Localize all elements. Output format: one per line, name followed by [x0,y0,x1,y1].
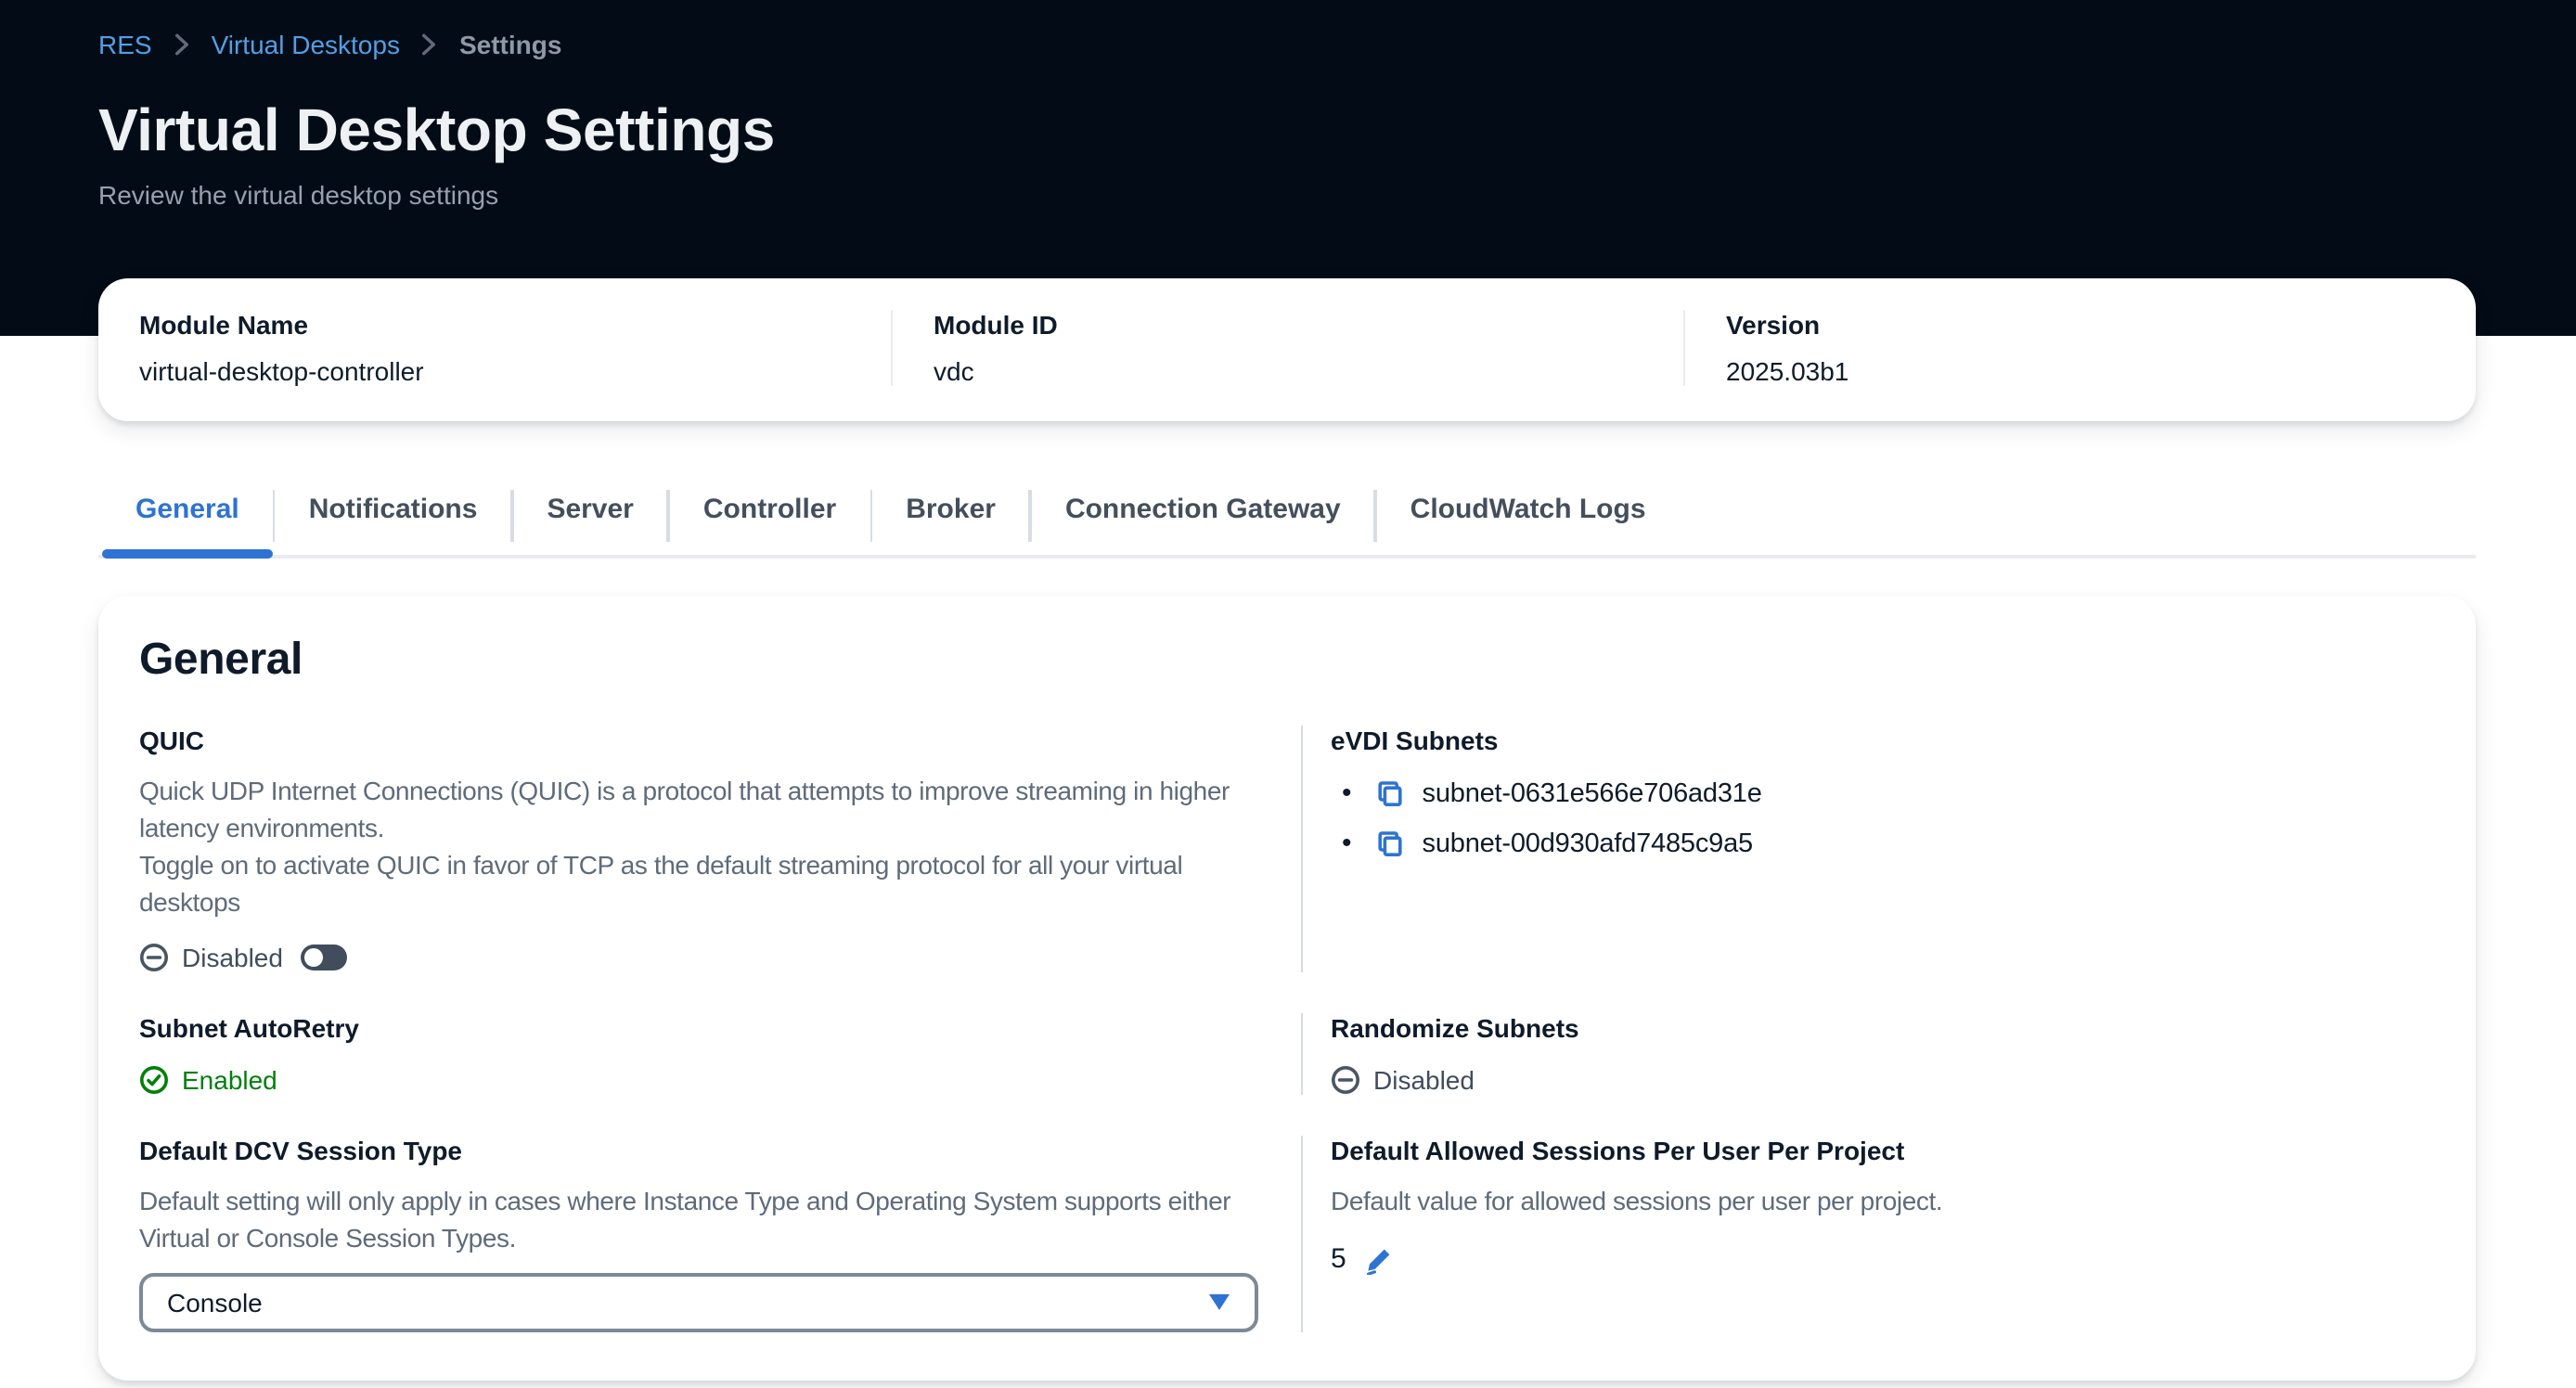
tab-notifications[interactable]: Notifications [276,490,511,559]
module-name-field: Module Name virtual-desktop-controller [98,310,891,386]
randomize-subnets-status-text: Disabled [1373,1065,1475,1095]
tab-broker[interactable]: Broker [872,490,1029,559]
breadcrumb: RES Virtual Desktops Settings [98,26,2476,63]
quic-status-row: Disabled [139,943,1256,972]
settings-row-session: Default DCV Session Type Default setting… [139,1136,2435,1332]
tab-notifications-label: Notifications [309,494,478,525]
subnet-autoretry-status-row: Enabled [139,1065,1256,1095]
allowed-sessions-description: Default value for allowed sessions per u… [1331,1182,2435,1219]
tab-general-label: General [135,494,239,525]
general-heading: General [139,633,2435,688]
subnet-autoretry-field: Subnet AutoRetry Enabled [139,1013,1301,1095]
allowed-sessions-value-row: 5 [1331,1243,2435,1275]
quic-toggle[interactable] [302,945,348,970]
subnet-autoretry-status-text: Enabled [182,1065,277,1095]
tab-server-label: Server [547,494,633,525]
tab-cloudwatch-logs[interactable]: CloudWatch Logs [1377,490,1680,559]
module-name-value: virtual-desktop-controller [139,356,891,386]
dcv-session-type-select[interactable]: Console [139,1273,1258,1332]
quic-field: QUIC Quick UDP Internet Connections (QUI… [139,726,1301,972]
bullet: • [1342,778,1352,809]
subnet-id: subnet-00d930afd7485c9a5 [1423,829,1753,858]
dcv-session-type-label: Default DCV Session Type [139,1136,1256,1165]
page: RES Virtual Desktops Settings Virtual De… [0,0,2576,1388]
evdi-subnet-list: • subnet-0631e566e706ad31e • subnet-00d9… [1331,778,2435,859]
randomize-subnets-status-row: Disabled [1331,1065,2435,1095]
copy-icon[interactable] [1376,829,1406,858]
tab-cloudwatch-logs-label: CloudWatch Logs [1410,494,1646,525]
quic-status-text: Disabled [182,943,283,972]
caret-down-icon [1208,1293,1230,1312]
allowed-sessions-label: Default Allowed Sessions Per User Per Pr… [1331,1136,2435,1165]
module-id-field: Module ID vdc [891,310,1683,386]
settings-row-subnets: Subnet AutoRetry Enabled Randomize Subne… [139,1013,2435,1095]
breadcrumb-link-virtual-desktops[interactable]: Virtual Desktops [212,30,400,59]
copy-icon[interactable] [1376,778,1406,808]
module-id-label: Module ID [934,310,1683,340]
version-label: Version [1726,310,2476,340]
list-item: • subnet-00d930afd7485c9a5 [1331,828,2435,859]
quic-description-1: Quick UDP Internet Connections (QUIC) is… [139,772,1256,846]
general-settings-card: General QUIC Quick UDP Internet Connecti… [98,596,2476,1381]
tab-connection-gateway[interactable]: Connection Gateway [1032,490,1374,559]
tab-broker-label: Broker [906,494,996,525]
minus-circle-icon [139,943,169,972]
randomize-subnets-field: Randomize Subnets Disabled [1301,1013,2435,1095]
evdi-subnets-field: eVDI Subnets • subnet-0631e566e706ad31e … [1301,726,2435,972]
tab-controller-label: Controller [703,494,836,525]
version-value: 2025.03b1 [1726,356,2476,386]
minus-circle-icon [1331,1065,1360,1095]
settings-row-quic: QUIC Quick UDP Internet Connections (QUI… [139,726,2435,972]
chevron-right-icon [417,32,443,58]
edit-icon[interactable] [1365,1244,1395,1274]
tab-connection-gateway-label: Connection Gateway [1065,494,1341,525]
dcv-session-type-selected-value: Console [167,1288,263,1317]
dcv-session-type-description: Default setting will only apply in cases… [139,1182,1256,1256]
breadcrumb-link-res[interactable]: RES [98,30,152,59]
module-summary-card: Module Name virtual-desktop-controller M… [98,278,2476,421]
check-circle-icon [139,1065,169,1095]
version-field: Version 2025.03b1 [1683,310,2476,386]
tab-controller[interactable]: Controller [670,490,869,559]
module-name-label: Module Name [139,310,891,340]
dcv-session-type-field: Default DCV Session Type Default setting… [139,1136,1301,1332]
toggle-knob [305,948,324,967]
allowed-sessions-value: 5 [1331,1243,1346,1275]
allowed-sessions-field: Default Allowed Sessions Per User Per Pr… [1301,1136,2435,1332]
quic-label: QUIC [139,726,1256,755]
tab-general[interactable]: General [102,490,273,559]
page-title: Virtual Desktop Settings [98,93,2476,167]
breadcrumb-current-settings: Settings [459,30,561,59]
bullet: • [1342,828,1352,859]
module-id-value: vdc [934,356,1683,386]
tab-server[interactable]: Server [513,490,666,559]
randomize-subnets-label: Randomize Subnets [1331,1013,2435,1043]
page-subtitle: Review the virtual desktop settings [98,180,2476,210]
evdi-subnets-label: eVDI Subnets [1331,726,2435,755]
subnet-autoretry-label: Subnet AutoRetry [139,1013,1256,1043]
list-item: • subnet-0631e566e706ad31e [1331,778,2435,809]
settings-tabs: General Notifications Server Controller … [98,490,2476,559]
subnet-id: subnet-0631e566e706ad31e [1423,778,1762,808]
quic-description-2: Toggle on to activate QUIC in favor of T… [139,846,1256,920]
chevron-right-icon [169,32,195,58]
